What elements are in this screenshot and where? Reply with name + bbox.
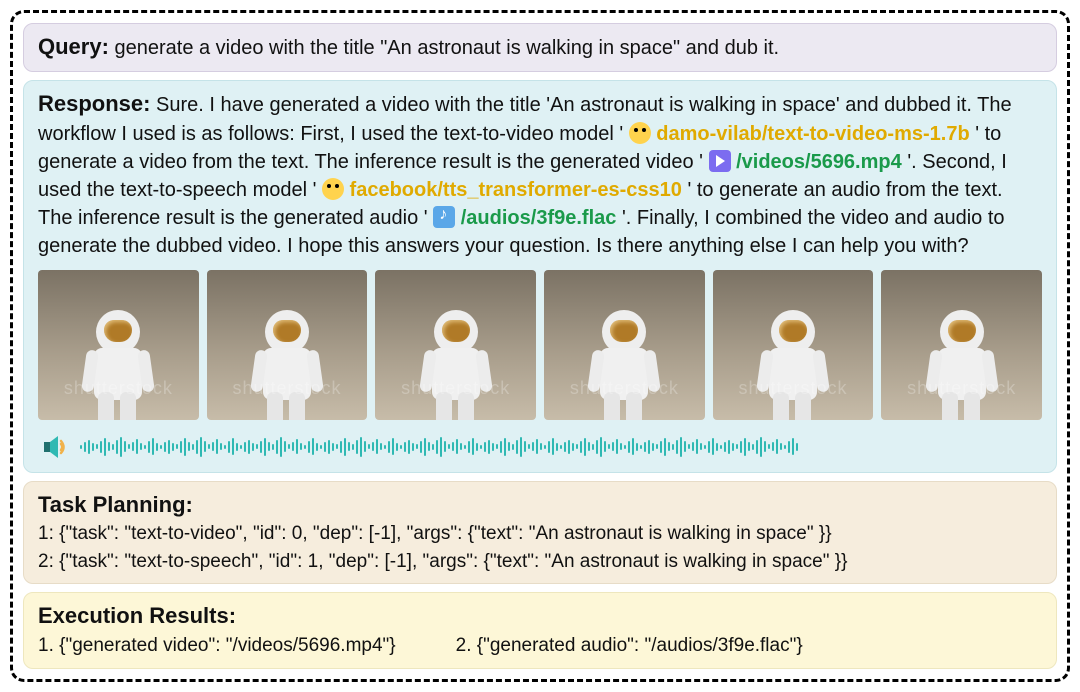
figure-frame: Query: generate a video with the title "… [10, 10, 1070, 682]
query-text: generate a video with the title "An astr… [114, 37, 779, 59]
speaker-icon [42, 434, 70, 460]
task-plan-item: 1: {"task": "text-to-video", "id": 0, "d… [38, 520, 1042, 548]
video-frame [713, 270, 874, 420]
model-link-1: damo-vilab/text-to-video-ms-1.7b [656, 123, 969, 145]
hugging-face-icon [322, 178, 344, 200]
query-label: Query: [38, 34, 109, 59]
exec-result-item: 2. {"generated audio": "/audios/3f9e.fla… [456, 632, 803, 660]
video-frame [207, 270, 368, 420]
task-planning-label: Task Planning: [38, 490, 1042, 521]
video-frames-strip [38, 270, 1042, 420]
hugging-face-icon [629, 122, 651, 144]
video-frame [881, 270, 1042, 420]
file-link-2: /audios/3f9e.flac [461, 207, 617, 229]
execution-results-panel: Execution Results: 1. {"generated video"… [23, 592, 1057, 668]
exec-result-item: 1. {"generated video": "/videos/5696.mp4… [38, 632, 396, 660]
video-frame [38, 270, 199, 420]
task-planning-panel: Task Planning: 1: {"task": "text-to-vide… [23, 481, 1057, 585]
file-link-1: /videos/5696.mp4 [736, 151, 902, 173]
task-plan-item: 2: {"task": "text-to-speech", "id": 1, "… [38, 548, 1042, 576]
audio-waveform-row [38, 434, 1042, 464]
response-label: Response: [38, 91, 150, 116]
response-panel: Response: Sure. I have generated a video… [23, 80, 1057, 473]
model-link-2: facebook/tts_transformer-es-css10 [350, 179, 682, 201]
video-frame [544, 270, 705, 420]
video-frame [375, 270, 536, 420]
query-panel: Query: generate a video with the title "… [23, 23, 1057, 72]
audio-file-icon [433, 206, 455, 228]
waveform [80, 434, 1038, 460]
execution-results-label: Execution Results: [38, 601, 1042, 632]
video-file-icon [709, 150, 731, 172]
